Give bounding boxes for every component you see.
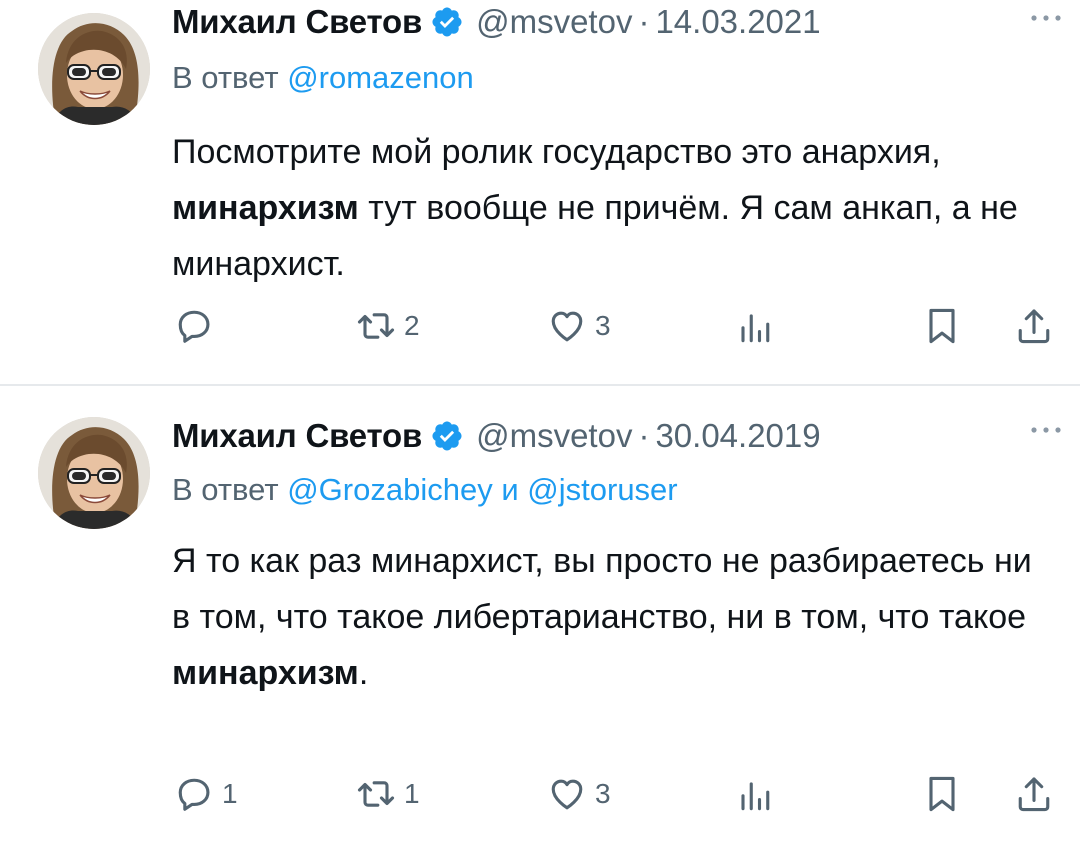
tweet-text-part: Я то как раз минархист, вы просто не раз… [172, 542, 1032, 636]
reply-count: 1 [222, 778, 238, 809]
reply-mention[interactable]: @Grozabichey [287, 472, 493, 507]
retweet-count: 2 [404, 310, 420, 341]
avatar-image [38, 13, 150, 125]
tweet-actions: 1 1 3 [172, 771, 1052, 817]
share-button[interactable] [1012, 771, 1056, 817]
reply-mention[interactable]: @jstoruser [527, 472, 677, 507]
tweet-header: Михаил Светов @msvetov · 14.03.2021 [172, 0, 1060, 44]
verified-badge-icon [430, 5, 464, 39]
author-name[interactable]: Михаил Светов [172, 3, 422, 41]
views-button[interactable] [732, 771, 776, 817]
reply-button[interactable]: 1 [172, 771, 238, 817]
share-upload-icon [1018, 309, 1050, 344]
separator-dot: · [638, 3, 650, 40]
tweet-text-part: Посмотрите мой ролик государство это ана… [172, 133, 941, 171]
avatar[interactable] [38, 417, 150, 529]
retweet-button[interactable]: 1 [354, 771, 420, 817]
like-button[interactable]: 3 [545, 303, 611, 349]
avatar[interactable] [38, 13, 150, 125]
heart-icon [551, 311, 583, 342]
reply-prefix: В ответ [172, 60, 279, 95]
tweet-text-highlight: минархизм [172, 189, 359, 227]
bookmark-button[interactable] [920, 303, 964, 349]
share-upload-icon [1018, 777, 1050, 812]
bookmark-icon [929, 776, 955, 812]
like-count: 3 [595, 310, 611, 341]
tweet-text: Посмотрите мой ролик государство это ана… [172, 124, 1052, 292]
reply-context: В ответ @Grozabichey и @jstoruser [172, 472, 678, 508]
tweet-item[interactable]: Михаил Светов @msvetov · 14.03.2021 В от… [0, 0, 1080, 384]
tweet-item[interactable]: Михаил Светов @msvetov · 30.04.2019 В от… [0, 386, 1080, 851]
tweet-header: Михаил Светов @msvetov · 30.04.2019 [172, 414, 1060, 458]
reply-mention[interactable]: @romazenon [287, 60, 474, 95]
avatar-image [38, 417, 150, 529]
more-dots-icon[interactable] [1026, 420, 1066, 440]
views-bars-icon [741, 314, 770, 343]
reply-prefix: В ответ [172, 472, 279, 507]
retweet-arrows-icon [357, 781, 395, 807]
share-button[interactable] [1012, 303, 1056, 349]
author-handle[interactable]: @msvetov [476, 3, 632, 41]
tweet-text-highlight: минархизм [172, 654, 359, 692]
tweet-text-part: . [358, 654, 369, 692]
bookmark-icon [929, 308, 955, 344]
reply-context: В ответ @romazenon [172, 60, 474, 96]
reply-joiner: и [501, 472, 519, 507]
views-button[interactable] [732, 303, 776, 349]
tweet-text: Я то как раз минархист, вы просто не раз… [172, 533, 1052, 701]
reply-bubble-icon [178, 310, 210, 343]
reply-button[interactable] [172, 303, 222, 349]
like-count: 3 [595, 778, 611, 809]
author-name[interactable]: Михаил Светов [172, 417, 422, 455]
more-dots-icon[interactable] [1026, 8, 1066, 28]
like-button[interactable]: 3 [545, 771, 611, 817]
separator-dot: · [638, 417, 650, 454]
reply-bubble-icon [178, 778, 210, 811]
retweet-count: 1 [404, 778, 420, 809]
retweet-button[interactable]: 2 [354, 303, 420, 349]
retweet-arrows-icon [357, 313, 395, 339]
author-handle[interactable]: @msvetov [476, 417, 632, 455]
heart-icon [551, 779, 583, 810]
tweet-actions: 2 3 [172, 303, 1052, 349]
tweet-date[interactable]: 14.03.2021 [655, 3, 820, 41]
bookmark-button[interactable] [920, 771, 964, 817]
views-bars-icon [741, 782, 770, 811]
verified-badge-icon [430, 419, 464, 453]
tweet-date[interactable]: 30.04.2019 [655, 417, 820, 455]
